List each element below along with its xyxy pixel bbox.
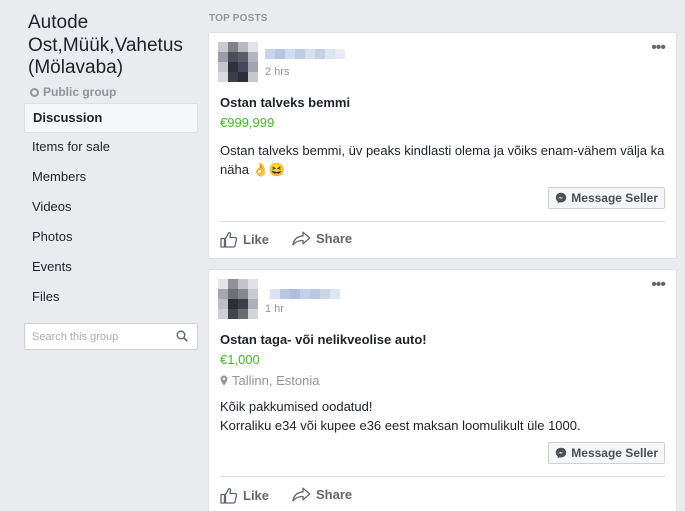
share-icon xyxy=(292,487,311,502)
share-button[interactable]: Share xyxy=(292,231,352,246)
messenger-icon xyxy=(556,192,567,204)
like-button[interactable]: Like xyxy=(220,487,269,504)
message-seller-button[interactable]: Message Seller xyxy=(548,442,665,464)
nav-item-members[interactable]: Members xyxy=(24,163,198,193)
thumbs-up-icon xyxy=(220,231,238,248)
post-body: Kõik pakkumised oodatud! Korraliku e34 v… xyxy=(220,397,670,435)
nav-item-items-for-sale[interactable]: Items for sale xyxy=(24,133,198,163)
group-privacy: Public group xyxy=(30,85,116,99)
group-search xyxy=(24,323,198,350)
like-label: Like xyxy=(243,232,270,247)
post-body-line: Korraliku e34 või kupee e36 eest maksan … xyxy=(220,418,581,433)
post-price: €1,000 xyxy=(220,352,260,367)
post-location-label: Tallinn, Estonia xyxy=(232,373,320,388)
search-input[interactable] xyxy=(25,330,170,343)
section-label: TOP POSTS xyxy=(209,13,268,24)
post-timestamp[interactable]: 2 hrs xyxy=(265,66,289,78)
share-label: Share xyxy=(316,487,353,502)
messenger-icon xyxy=(556,447,567,459)
post-timestamp[interactable]: 1 hr xyxy=(265,303,284,315)
author-name-blurred[interactable] xyxy=(265,47,345,61)
post-body-line: Kõik pakkumised oodatud! xyxy=(220,399,373,414)
post-price: €999,999 xyxy=(220,115,275,130)
search-icon[interactable] xyxy=(176,330,188,342)
post-body: Ostan talveks bemmi, üv peaks kindlasti … xyxy=(220,143,665,177)
more-options-icon[interactable]: ••• xyxy=(651,277,666,293)
nav-item-photos[interactable]: Photos xyxy=(24,223,198,253)
post-card: 1 hr ••• Ostan taga- või nelikveolise au… xyxy=(208,269,677,511)
location-pin-icon xyxy=(220,375,228,386)
message-seller-button[interactable]: Message Seller xyxy=(548,187,665,209)
message-seller-label: Message Seller xyxy=(571,446,658,460)
nav-item-files[interactable]: Files xyxy=(24,283,198,313)
author-name-blurred[interactable] xyxy=(265,287,345,301)
nav-item-discussion[interactable]: Discussion xyxy=(24,103,198,133)
group-title[interactable]: Autode Ost,Müük,Vahetus (Mölavaba) xyxy=(28,12,198,80)
author-avatar[interactable] xyxy=(218,42,258,82)
globe-icon xyxy=(30,87,39,97)
post-card: 2 hrs ••• Ostan talveks bemmi €999,999 O… xyxy=(208,32,677,259)
share-button[interactable]: Share xyxy=(292,487,352,502)
post-title: Ostan taga- või nelikveolise auto! xyxy=(220,332,427,347)
group-privacy-label: Public group xyxy=(43,85,117,99)
nav-item-videos[interactable]: Videos xyxy=(24,193,198,223)
post-location: Tallinn, Estonia xyxy=(220,373,319,388)
nav-item-events[interactable]: Events xyxy=(24,253,198,283)
action-divider xyxy=(220,476,665,477)
like-label: Like xyxy=(243,488,270,503)
group-nav: Discussion Items for sale Members Videos… xyxy=(24,103,198,313)
share-icon xyxy=(292,231,311,246)
author-avatar[interactable] xyxy=(218,279,258,319)
post-title: Ostan talveks bemmi xyxy=(220,95,351,110)
share-label: Share xyxy=(316,231,353,246)
more-options-icon[interactable]: ••• xyxy=(651,40,666,56)
message-seller-label: Message Seller xyxy=(571,191,658,205)
action-divider xyxy=(220,221,665,222)
thumbs-up-icon xyxy=(220,487,238,504)
like-button[interactable]: Like xyxy=(220,231,269,248)
